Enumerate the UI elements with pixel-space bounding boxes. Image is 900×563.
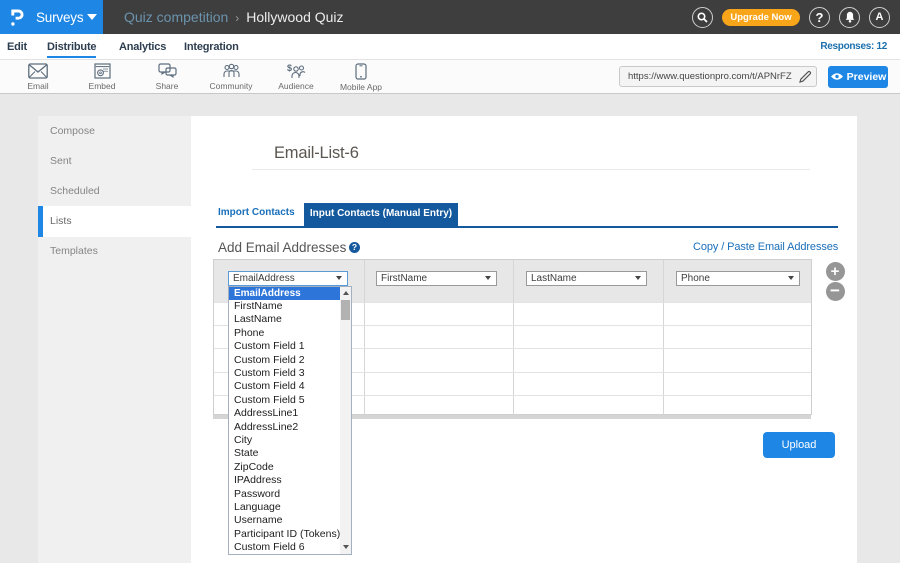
svg-text:$: $ — [287, 63, 292, 73]
